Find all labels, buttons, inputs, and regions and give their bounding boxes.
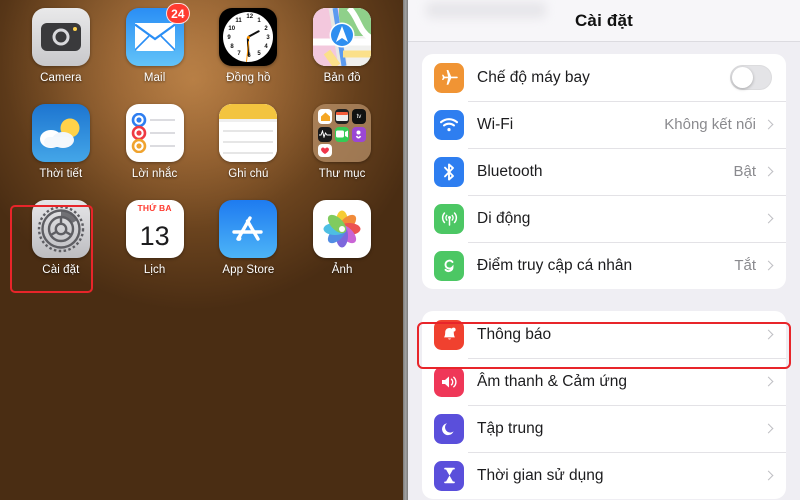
settings-row-personal-hotspot[interactable]: Điểm truy cập cá nhân Tắt [422, 242, 786, 289]
app-notes[interactable]: Ghi chú [202, 104, 296, 200]
calendar-weekday: THỨ BA [137, 200, 172, 215]
app-label: Đồng hồ [226, 72, 271, 84]
settings-row-wifi[interactable]: Wi-Fi Không kết nối [422, 101, 786, 148]
app-camera[interactable]: Camera [14, 8, 108, 104]
mail-badge: 24 [166, 3, 190, 24]
app-store-icon [219, 200, 278, 258]
row-label: Wi-Fi [477, 115, 514, 133]
app-app-store[interactable]: App Store [202, 200, 296, 296]
hotspot-icon [434, 250, 464, 281]
settings-group-notifications: Thông báo Âm thanh & Cảm ứng Tập trung T… [422, 311, 786, 499]
app-label: Thư mục [318, 168, 366, 180]
screenshot-root: Camera 24 Mail 12 1 2 3 4 5 6 7 8 9 10 1… [0, 0, 800, 500]
camera-icon [31, 8, 90, 66]
page-title: Cài đặt [574, 10, 634, 30]
bell-icon [434, 319, 464, 350]
hourglass-icon [434, 460, 464, 491]
chevron-right-icon [763, 166, 774, 177]
ipad-home-screen: Camera 24 Mail 12 1 2 3 4 5 6 7 8 9 10 1… [0, 0, 403, 500]
mini-health-icon [318, 126, 333, 142]
app-mail[interactable]: 24 Mail [108, 3, 202, 104]
app-label: Thời tiết [39, 168, 83, 180]
reminders-icon [125, 104, 184, 162]
airplane-mode-toggle[interactable] [730, 65, 772, 90]
mini-home-icon [318, 109, 333, 124]
calendar-icon: THỨ BA 13 [125, 200, 184, 258]
app-row: Camera 24 Mail 12 1 2 3 4 5 6 7 8 9 10 1… [14, 3, 389, 104]
app-label: Ghi chú [228, 168, 269, 180]
row-label: Điểm truy cập cá nhân [477, 256, 633, 274]
settings-row-screen-time[interactable]: Thời gian sử dụng [422, 452, 786, 499]
airplane-icon [434, 62, 464, 93]
settings-row-focus[interactable]: Tập trung [422, 405, 786, 452]
settings-row-sounds-haptics[interactable]: Âm thanh & Cảm ứng [422, 358, 786, 405]
app-label: Camera [40, 72, 82, 84]
row-label: Thông báo [477, 325, 552, 343]
speaker-icon [434, 366, 464, 397]
settings-row-bluetooth[interactable]: Bluetooth Bật [422, 148, 786, 195]
app-maps[interactable]: Bản đồ [295, 8, 389, 104]
app-calendar[interactable]: THỨ BA 13 Lịch [108, 200, 202, 296]
mini-heart-icon [318, 144, 333, 157]
folder-icon: tv [313, 104, 372, 162]
bluetooth-icon [434, 156, 464, 187]
app-photos[interactable]: Ảnh [295, 200, 389, 296]
row-label: Chế độ máy bay [477, 68, 590, 86]
clock-icon: 12 1 2 3 4 5 6 7 8 9 10 11 [219, 8, 278, 66]
app-label: Lịch [143, 264, 166, 276]
row-label: Bluetooth [477, 162, 543, 180]
row-label: Di động [477, 209, 531, 227]
row-value: Không kết nối [664, 116, 756, 133]
row-value: Bật [733, 163, 756, 180]
chevron-right-icon [763, 470, 774, 481]
row-value: Tắt [734, 257, 756, 274]
moon-icon [434, 413, 464, 444]
app-label: Ảnh [331, 264, 353, 276]
settings-group-connectivity: Chế độ máy bay Wi-Fi Không kết nối Bluet [422, 54, 786, 289]
mini-tv-icon: tv [351, 109, 367, 124]
chevron-right-icon [763, 329, 774, 340]
app-reminders[interactable]: Lời nhắc [108, 104, 202, 200]
app-weather[interactable]: Thời tiết [14, 104, 108, 200]
settings-row-airplane-mode[interactable]: Chế độ máy bay [422, 54, 786, 101]
app-label: Mail [143, 72, 166, 84]
settings-row-notifications[interactable]: Thông báo [422, 311, 786, 358]
chevron-right-icon [763, 260, 774, 271]
chevron-right-icon [763, 423, 774, 434]
weather-icon [31, 104, 90, 162]
settings-nav-bar: Cài đặt [408, 0, 800, 42]
chevron-right-icon [763, 376, 774, 387]
mini-podcasts-icon [351, 126, 367, 142]
row-label: Tập trung [477, 419, 544, 437]
cellular-icon [434, 203, 464, 234]
app-label: App Store [222, 264, 275, 276]
settings-list: Chế độ máy bay Wi-Fi Không kết nối Bluet [408, 42, 800, 499]
maps-icon [313, 8, 372, 66]
app-label: Bản đồ [323, 72, 361, 84]
notes-icon [219, 104, 278, 162]
highlight-box-settings-app [10, 205, 93, 293]
photos-icon [313, 200, 372, 258]
app-clock[interactable]: 12 1 2 3 4 5 6 7 8 9 10 11 Đồng hồ [202, 8, 296, 104]
settings-row-cellular[interactable]: Di động [422, 195, 786, 242]
app-folder[interactable]: tv Thư mục [295, 104, 389, 200]
calendar-day: 13 [139, 221, 170, 251]
wifi-icon [434, 109, 464, 140]
app-label: Lời nhắc [131, 168, 178, 180]
row-label: Thời gian sử dụng [477, 466, 604, 484]
chevron-right-icon [763, 213, 774, 224]
mini-wallet-icon [334, 109, 350, 124]
nav-blur-artifact [426, 2, 546, 18]
chevron-right-icon [763, 119, 774, 130]
row-label: Âm thanh & Cảm ứng [477, 372, 627, 390]
settings-panel: Cài đặt Chế độ máy bay Wi-Fi Không kết n… [408, 0, 800, 500]
mini-facetime-icon [334, 126, 350, 142]
app-row: Thời tiết Lời nhắc Ghi chú tv Thư mục [14, 104, 389, 200]
